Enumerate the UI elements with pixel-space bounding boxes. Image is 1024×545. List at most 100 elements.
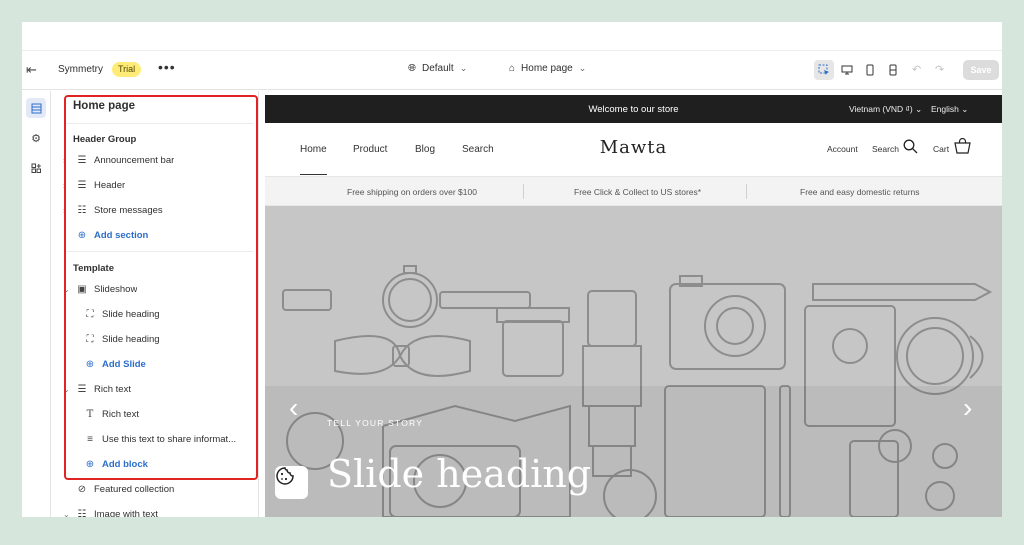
- section-label: Featured collection: [94, 483, 175, 495]
- section-slideshow[interactable]: ⌄ ▣ Slideshow: [63, 278, 253, 300]
- section-label: Slideshow: [94, 283, 138, 295]
- usp-returns: Free and easy domestic returns: [800, 187, 920, 197]
- chevron-down-icon[interactable]: ⌄: [63, 510, 73, 518]
- section-image-with-text[interactable]: ⌄ ☷ Image with text: [63, 503, 253, 518]
- template-group-label: Template: [73, 263, 115, 274]
- chevron-right-icon[interactable]: ›: [963, 392, 972, 424]
- language-select[interactable]: English ⌄: [931, 104, 968, 115]
- exit-icon[interactable]: ⇤: [26, 62, 44, 80]
- search-icon[interactable]: [903, 139, 918, 159]
- view-toggle-group: [814, 60, 903, 80]
- section-store-messages[interactable]: › ☷ Store messages: [63, 199, 253, 221]
- desktop-icon[interactable]: [837, 60, 857, 80]
- save-button[interactable]: Save: [963, 60, 999, 80]
- slide-subheading: TELL YOUR STORY: [327, 418, 424, 428]
- theme-select-label: Default: [422, 63, 454, 74]
- mobile-icon[interactable]: [860, 60, 880, 80]
- chevron-down-icon[interactable]: ⌄: [63, 285, 73, 294]
- chevron-down-icon: ⌄: [961, 104, 969, 114]
- slideshow-hero[interactable]: ‹ › TELL YOUR STORY Slide heading: [265, 206, 1002, 517]
- add-block-button[interactable]: ⊕ Add block: [81, 453, 253, 475]
- usp-shipping: Free shipping on orders over $100: [347, 187, 477, 197]
- block-rich-text-paragraph[interactable]: ≡ Use this text to share informat...: [81, 428, 253, 450]
- add-slide-button[interactable]: ⊕ Add Slide: [81, 353, 253, 375]
- add-block-label: Add block: [102, 458, 148, 470]
- theme-select[interactable]: 🌐︎ Default ⌄: [408, 63, 467, 74]
- more-menu-button[interactable]: •••: [158, 59, 176, 75]
- section-label: Header: [94, 179, 126, 191]
- block-label: Rich text: [102, 408, 139, 420]
- tag-icon: ⊘: [77, 483, 87, 495]
- chevron-down-icon: ⌄: [578, 63, 587, 73]
- sections-icon[interactable]: [26, 98, 46, 118]
- section-label: Store messages: [94, 204, 163, 216]
- language-label: English: [931, 104, 959, 114]
- usp-divider: [523, 184, 524, 199]
- usp-bar: Free shipping on orders over $100 Free C…: [265, 177, 1002, 206]
- chevron-right-icon[interactable]: ›: [63, 156, 73, 165]
- paragraph-icon: ≡: [87, 433, 93, 445]
- panel-title: Home page: [73, 100, 135, 112]
- inspector-icon[interactable]: [814, 60, 834, 80]
- currency-select[interactable]: Vietnam (VND ₫) ⌄: [849, 104, 922, 115]
- plus-circle-icon: ⊕: [85, 458, 95, 470]
- currency-label: Vietnam (VND ₫): [849, 104, 913, 114]
- page-select[interactable]: ⌂ Home page ⌄: [509, 63, 586, 74]
- sections-panel: Home page Header Group › ☰ Announcement …: [51, 91, 259, 517]
- header-icon: ☰: [77, 179, 87, 191]
- header-group-label: Header Group: [73, 134, 137, 145]
- fullscreen-icon[interactable]: [883, 60, 903, 80]
- storefront-preview: Welcome to our store Vietnam (VND ₫) ⌄ E…: [265, 95, 1002, 517]
- add-section-label: Add section: [94, 229, 149, 241]
- section-featured-collection[interactable]: ⊘ Featured collection: [63, 478, 253, 500]
- settings-gear-icon[interactable]: ⚙: [26, 128, 46, 148]
- divider: [65, 123, 253, 124]
- chevron-right-icon[interactable]: ›: [63, 181, 73, 190]
- left-rail: ⚙: [22, 91, 51, 517]
- chevron-right-icon[interactable]: ›: [63, 206, 73, 215]
- editor-topbar: ⇤ Symmetry Trial ••• 🌐︎ Default ⌄ ⌂ Home…: [22, 50, 1002, 90]
- rich-text-icon: ☰: [77, 383, 87, 395]
- image-text-icon: ☷: [77, 508, 87, 518]
- plus-circle-icon: ⊕: [85, 358, 95, 370]
- chevron-down-icon[interactable]: ⌄: [63, 385, 73, 394]
- plus-circle-icon: ⊕: [77, 229, 87, 241]
- section-announcement-bar[interactable]: › ☰ Announcement bar: [63, 149, 253, 171]
- slide-heading: Slide heading: [327, 452, 592, 496]
- divider: [65, 251, 253, 252]
- store-messages-icon: ☷: [77, 204, 87, 216]
- trial-badge: Trial: [112, 62, 142, 77]
- block-rich-text-heading[interactable]: T Rich text: [81, 403, 253, 425]
- search-link[interactable]: Search: [872, 144, 899, 154]
- block-label: Slide heading: [102, 333, 160, 345]
- section-rich-text[interactable]: ⌄ ☰ Rich text: [63, 378, 253, 400]
- section-label: Image with text: [94, 508, 158, 518]
- account-link[interactable]: Account: [827, 144, 858, 154]
- add-section-button[interactable]: ⊕ Add section: [63, 224, 253, 246]
- undo-icon[interactable]: ↶: [912, 63, 921, 76]
- add-slide-label: Add Slide: [102, 358, 146, 370]
- page-select-label: Home page: [521, 63, 573, 74]
- block-slide-heading-2[interactable]: ⛶ Slide heading: [81, 328, 253, 350]
- block-label: Slide heading: [102, 308, 160, 320]
- block-slide-heading-1[interactable]: ⛶ Slide heading: [81, 303, 253, 325]
- block-label: Use this text to share informat...: [102, 433, 237, 445]
- slide-block-icon: ⛶: [86, 333, 94, 345]
- usp-collect: Free Click & Collect to US stores*: [574, 187, 702, 197]
- cart-link[interactable]: Cart: [933, 144, 949, 154]
- home-icon: ⌂: [509, 63, 516, 74]
- announcement-icon: ☰: [77, 154, 87, 166]
- redo-icon[interactable]: ↷: [935, 63, 944, 76]
- slideshow-icon: ▣: [77, 283, 87, 295]
- store-name: Symmetry: [58, 64, 103, 75]
- cookie-consent-button[interactable]: [275, 466, 308, 499]
- chevron-left-icon[interactable]: ‹: [289, 392, 298, 424]
- chevron-down-icon: ⌄: [459, 63, 468, 73]
- cart-icon[interactable]: [954, 137, 971, 159]
- section-header[interactable]: › ☰ Header: [63, 174, 253, 196]
- apps-icon[interactable]: [26, 158, 46, 178]
- editor-window: ⇤ Symmetry Trial ••• 🌐︎ Default ⌄ ⌂ Home…: [22, 22, 1002, 517]
- text-icon: T: [86, 408, 94, 420]
- section-label: Rich text: [94, 383, 131, 395]
- chevron-down-icon: ⌄: [915, 104, 923, 114]
